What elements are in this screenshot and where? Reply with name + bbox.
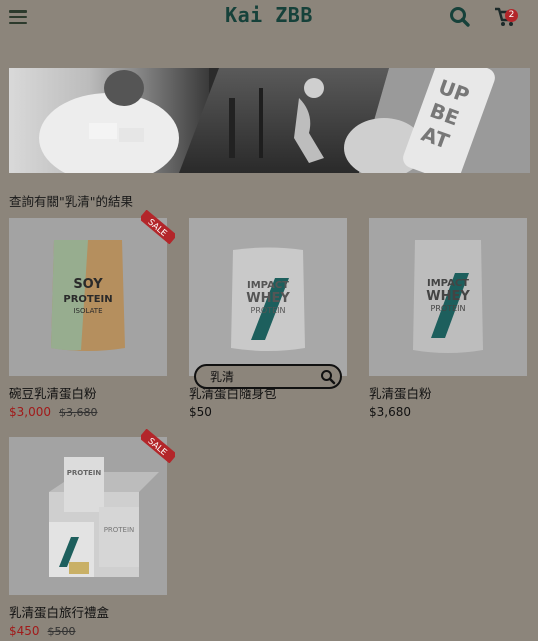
product-card[interactable]: PROTEIN PROTEIN SALE 乳清蛋白旅行禮盒 $450 $500 bbox=[9, 429, 175, 638]
product-card[interactable]: IMPACT WHEY PROTEIN 乳清蛋白隨身包 $50 bbox=[189, 218, 349, 419]
product-name[interactable]: 乳清蛋白粉 bbox=[369, 383, 432, 402]
hero-banner[interactable]: UP BE AT bbox=[9, 68, 530, 173]
svg-text:WHEY: WHEY bbox=[246, 291, 290, 306]
svg-text:IMPACT: IMPACT bbox=[247, 280, 289, 291]
sale-price: $3,000 bbox=[9, 405, 51, 419]
site-header: Kai ZBB 2 bbox=[0, 0, 538, 36]
sale-ribbon: SALE bbox=[141, 429, 175, 463]
original-price: $3,680 bbox=[59, 406, 98, 419]
svg-text:ISOLATE: ISOLATE bbox=[73, 307, 102, 315]
price-row: $50 bbox=[189, 405, 212, 419]
cart-count-badge: 2 bbox=[505, 9, 518, 22]
price: $50 bbox=[189, 405, 212, 419]
price-row: $450 $500 bbox=[9, 624, 76, 638]
search-input[interactable] bbox=[210, 368, 310, 385]
sale-price: $450 bbox=[9, 624, 40, 638]
product-card[interactable]: SOY PROTEIN ISOLATE SALE 碗豆乳清蛋白粉 $3,000 $… bbox=[9, 210, 175, 419]
original-price: $500 bbox=[47, 625, 76, 638]
price-row: $3,000 $3,680 bbox=[9, 405, 98, 419]
search-box bbox=[194, 364, 342, 389]
banner-image: UP BE AT bbox=[9, 68, 530, 173]
product-image[interactable]: IMPACT WHEY PROTEIN bbox=[189, 218, 347, 376]
svg-text:PROTEIN: PROTEIN bbox=[63, 294, 112, 305]
product-name[interactable]: 碗豆乳清蛋白粉 bbox=[9, 383, 97, 402]
svg-text:PROTEIN: PROTEIN bbox=[67, 469, 102, 477]
search-results-heading: 查詢有關"乳清"的結果 bbox=[9, 194, 133, 209]
price-row: $3,680 bbox=[369, 405, 411, 419]
svg-text:PROTEIN: PROTEIN bbox=[251, 306, 286, 315]
svg-text:PROTEIN: PROTEIN bbox=[104, 526, 135, 534]
search-submit-icon[interactable] bbox=[320, 369, 336, 385]
price: $3,680 bbox=[369, 405, 411, 419]
sale-ribbon: SALE bbox=[141, 210, 175, 244]
product-name[interactable]: 乳清蛋白旅行禮盒 bbox=[9, 602, 109, 621]
svg-text:SOY: SOY bbox=[73, 277, 103, 292]
product-image[interactable]: IMPACT WHEY PROTEIN bbox=[369, 218, 527, 376]
svg-text:WHEY: WHEY bbox=[426, 289, 470, 304]
search-icon[interactable] bbox=[449, 6, 471, 28]
svg-text:IMPACT: IMPACT bbox=[427, 278, 469, 289]
product-card[interactable]: IMPACT WHEY PROTEIN 乳清蛋白粉 $3,680 bbox=[369, 218, 529, 419]
svg-text:PROTEIN: PROTEIN bbox=[431, 304, 466, 313]
